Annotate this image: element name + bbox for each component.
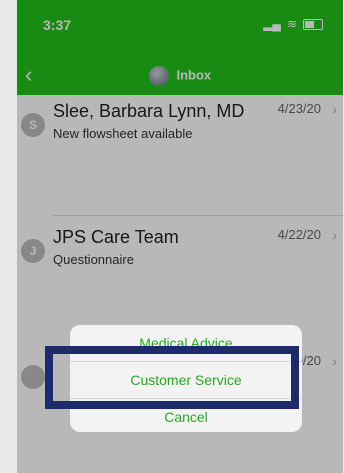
phone-screen: 3:37 ▂▄ ≋ ‹ Inbox S Slee, Barbara Lynn, … — [17, 0, 343, 473]
highlight-box — [45, 346, 299, 409]
